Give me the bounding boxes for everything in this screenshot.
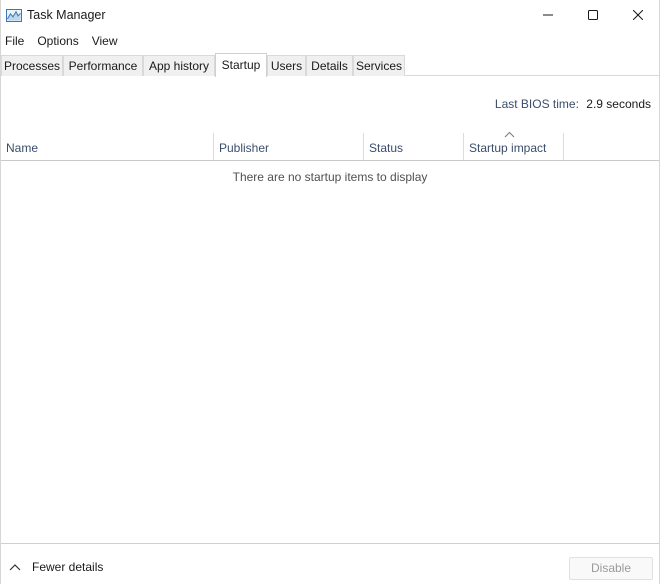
tab-processes[interactable]: Processes	[1, 55, 63, 76]
maximize-button[interactable]	[570, 0, 616, 30]
menu-options[interactable]: Options	[33, 31, 82, 51]
window-title: Task Manager	[27, 8, 106, 22]
close-button[interactable]	[615, 0, 660, 30]
tab-startup[interactable]: Startup	[215, 53, 267, 77]
tab-users[interactable]: Users	[267, 55, 306, 76]
title-bar[interactable]: Task Manager	[1, 0, 659, 30]
minimize-button[interactable]	[525, 0, 571, 30]
maximize-icon	[588, 10, 598, 20]
bios-value: 2.9 seconds	[586, 97, 651, 111]
fewer-details-button[interactable]: Fewer details	[9, 560, 103, 574]
menu-file[interactable]: File	[1, 31, 28, 51]
fewer-details-label: Fewer details	[32, 560, 104, 574]
menu-view[interactable]: View	[88, 31, 122, 51]
tab-app-history[interactable]: App history	[143, 55, 215, 76]
tab-details[interactable]: Details	[306, 55, 353, 76]
tab-services[interactable]: Services	[353, 55, 405, 76]
tab-strip: Processes Performance App history Startu…	[1, 53, 659, 77]
last-bios-time: Last BIOS time: 2.9 seconds	[495, 97, 651, 111]
column-header-status[interactable]: Status	[364, 133, 464, 160]
chevron-up-icon	[9, 564, 21, 571]
minimize-icon	[543, 14, 553, 16]
tab-performance[interactable]: Performance	[63, 55, 143, 76]
column-header-publisher[interactable]: Publisher	[214, 133, 364, 160]
column-header-row: Name Publisher Status Startup impact	[1, 133, 659, 161]
task-manager-window: Task Manager File Options View Processes…	[0, 0, 660, 584]
column-header-startup-impact[interactable]: Startup impact	[464, 133, 564, 160]
bios-label: Last BIOS time:	[494, 97, 579, 111]
task-manager-icon	[6, 9, 22, 22]
menu-bar: File Options View	[1, 31, 127, 51]
close-icon	[633, 10, 643, 20]
footer-bar: Fewer details Disable	[1, 543, 659, 584]
empty-list-message: There are no startup items to display	[232, 170, 428, 184]
column-header-name[interactable]: Name	[1, 133, 214, 160]
disable-button[interactable]: Disable	[569, 557, 653, 580]
